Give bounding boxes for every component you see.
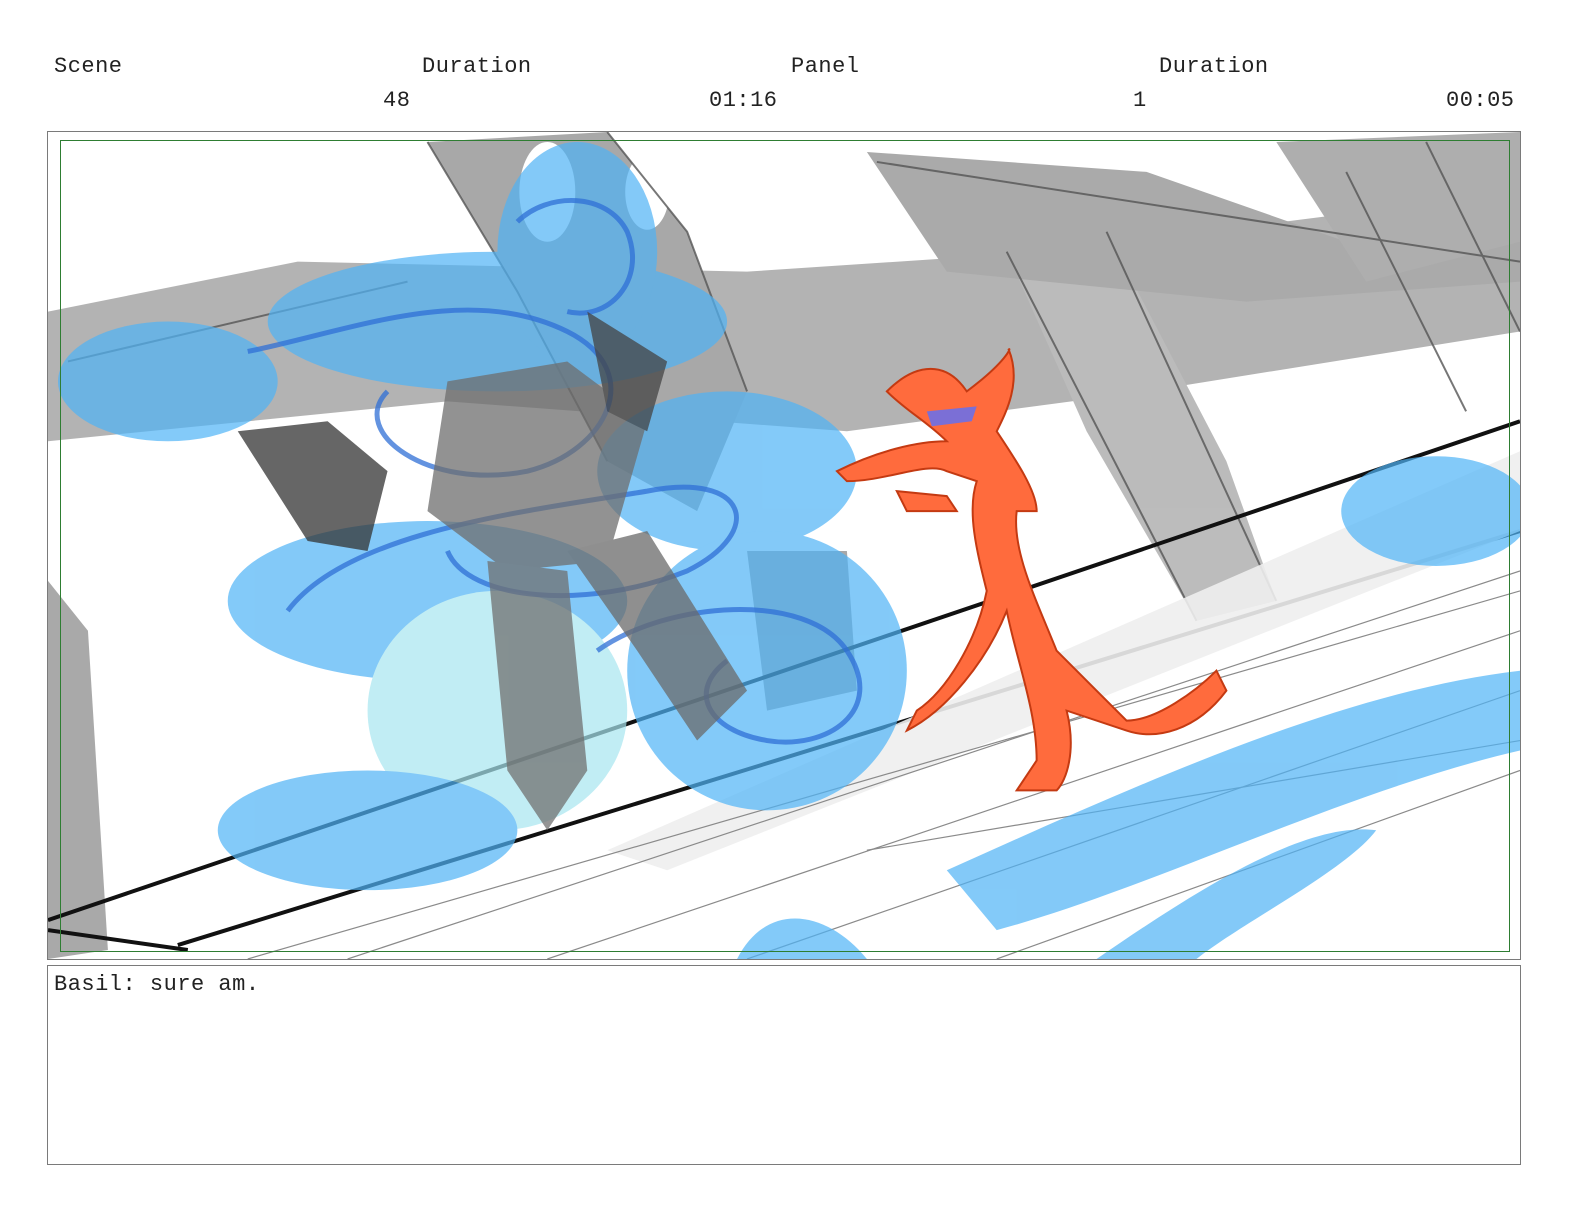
scene-label: Scene [54,54,123,79]
scene-number: 48 [383,88,411,113]
dialogue-box: Basil: sure am. [47,965,1521,1165]
dialogue-text: Basil: sure am. [54,972,260,997]
scene-duration-label: Duration [422,54,532,79]
panel-label: Panel [791,54,860,79]
storyboard-panel-frame [47,131,1521,960]
storyboard-sketch [48,132,1520,959]
panel-duration-label: Duration [1159,54,1269,79]
panel-number: 1 [1133,88,1147,113]
panel-duration-value: 00:05 [1446,88,1515,113]
scene-duration-value: 01:16 [709,88,778,113]
